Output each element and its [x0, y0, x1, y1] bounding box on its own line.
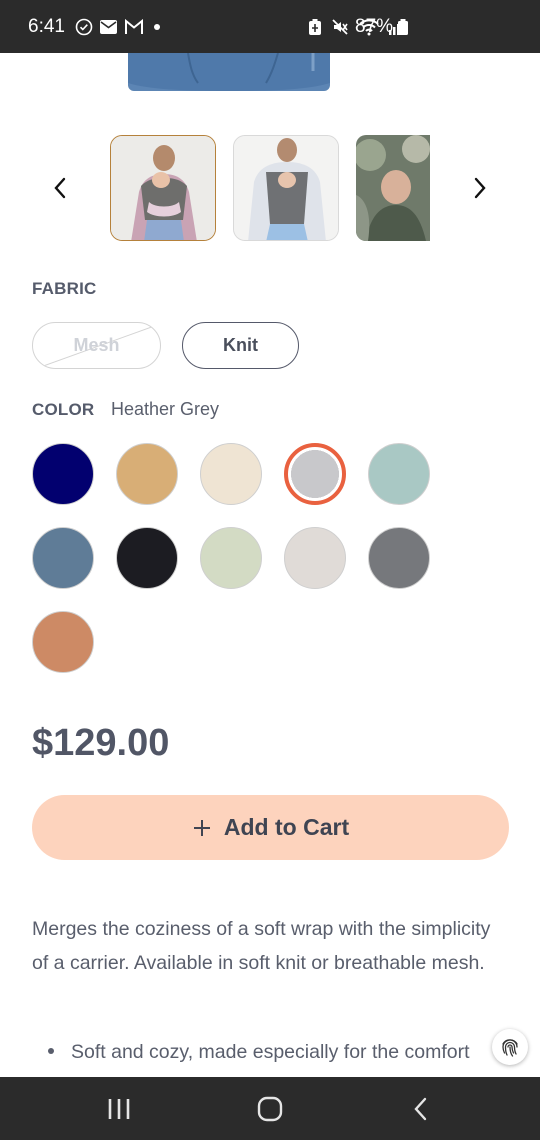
gallery-thumbnail-2[interactable] [233, 135, 339, 241]
feature-bullet: Soft and cozy, made especially for the c… [48, 1041, 518, 1064]
status-bar: 6:41 87% [0, 0, 540, 53]
carrier-photo-3 [356, 135, 430, 241]
mute-icon [330, 17, 350, 37]
selected-color-name: Heather Grey [111, 399, 220, 419]
fabric-option-label: Mesh [73, 335, 120, 355]
battery-icon [397, 18, 409, 36]
fabric-heading: FABRIC [32, 279, 97, 298]
color-swatch-5[interactable] [368, 443, 430, 505]
battery-status: 87% [355, 0, 409, 53]
home-button[interactable] [250, 1091, 290, 1127]
fingerprint-icon [502, 1039, 518, 1057]
color-heading: COLOR [32, 400, 95, 419]
product-price: $129.00 [32, 722, 170, 764]
plus-icon [193, 819, 210, 836]
chevron-right-icon [474, 177, 486, 199]
battery-saver-icon [308, 18, 322, 36]
feature-bullet-text: Soft and cozy, made especially for the c… [71, 1041, 470, 1063]
fabric-option-knit[interactable]: Knit [182, 322, 299, 369]
product-hero-image [128, 53, 330, 91]
system-nav-bar [0, 1077, 540, 1140]
mail-icon [99, 19, 118, 35]
product-description: Merges the coziness of a soft wrap with … [32, 918, 491, 974]
add-to-cart-label: Add to Cart [223, 814, 350, 840]
color-swatch-3[interactable] [200, 443, 262, 505]
dot-icon [150, 20, 164, 34]
battery-percent: 87% [355, 15, 394, 37]
fingerprint-button[interactable] [492, 1029, 528, 1065]
status-time: 6:41 [28, 15, 65, 37]
color-swatch-2[interactable] [116, 443, 178, 505]
fabric-option-label: Knit [223, 335, 258, 355]
gallery-prev-button[interactable] [40, 168, 80, 208]
color-swatch-9[interactable] [284, 527, 346, 589]
recents-icon [108, 1099, 130, 1119]
back-icon [414, 1097, 427, 1121]
gmail-icon [124, 18, 144, 35]
color-swatch-1[interactable] [32, 443, 94, 505]
gallery-thumbnail-1[interactable] [110, 135, 216, 241]
carrier-photo-1 [111, 136, 215, 240]
add-to-cart-button[interactable]: Add to Cart [32, 795, 509, 860]
recents-button[interactable] [99, 1091, 139, 1127]
color-swatch-11[interactable] [32, 611, 94, 673]
color-swatch-10[interactable] [368, 527, 430, 589]
carrier-photo-2 [234, 136, 338, 240]
color-swatch-7[interactable] [116, 527, 178, 589]
status-left-icons [75, 18, 164, 36]
chevron-left-icon [54, 177, 66, 199]
fabric-option-mesh[interactable]: Mesh [32, 322, 161, 369]
gallery-next-button[interactable] [460, 168, 500, 208]
color-swatch-4[interactable] [284, 443, 346, 505]
color-swatch-6[interactable] [32, 527, 94, 589]
color-swatch-8[interactable] [200, 527, 262, 589]
check-circle-icon [75, 18, 93, 36]
bullet-dot [48, 1047, 54, 1054]
home-icon [257, 1096, 283, 1122]
gallery-thumbnail-3[interactable] [356, 135, 430, 241]
back-button[interactable] [401, 1091, 441, 1127]
